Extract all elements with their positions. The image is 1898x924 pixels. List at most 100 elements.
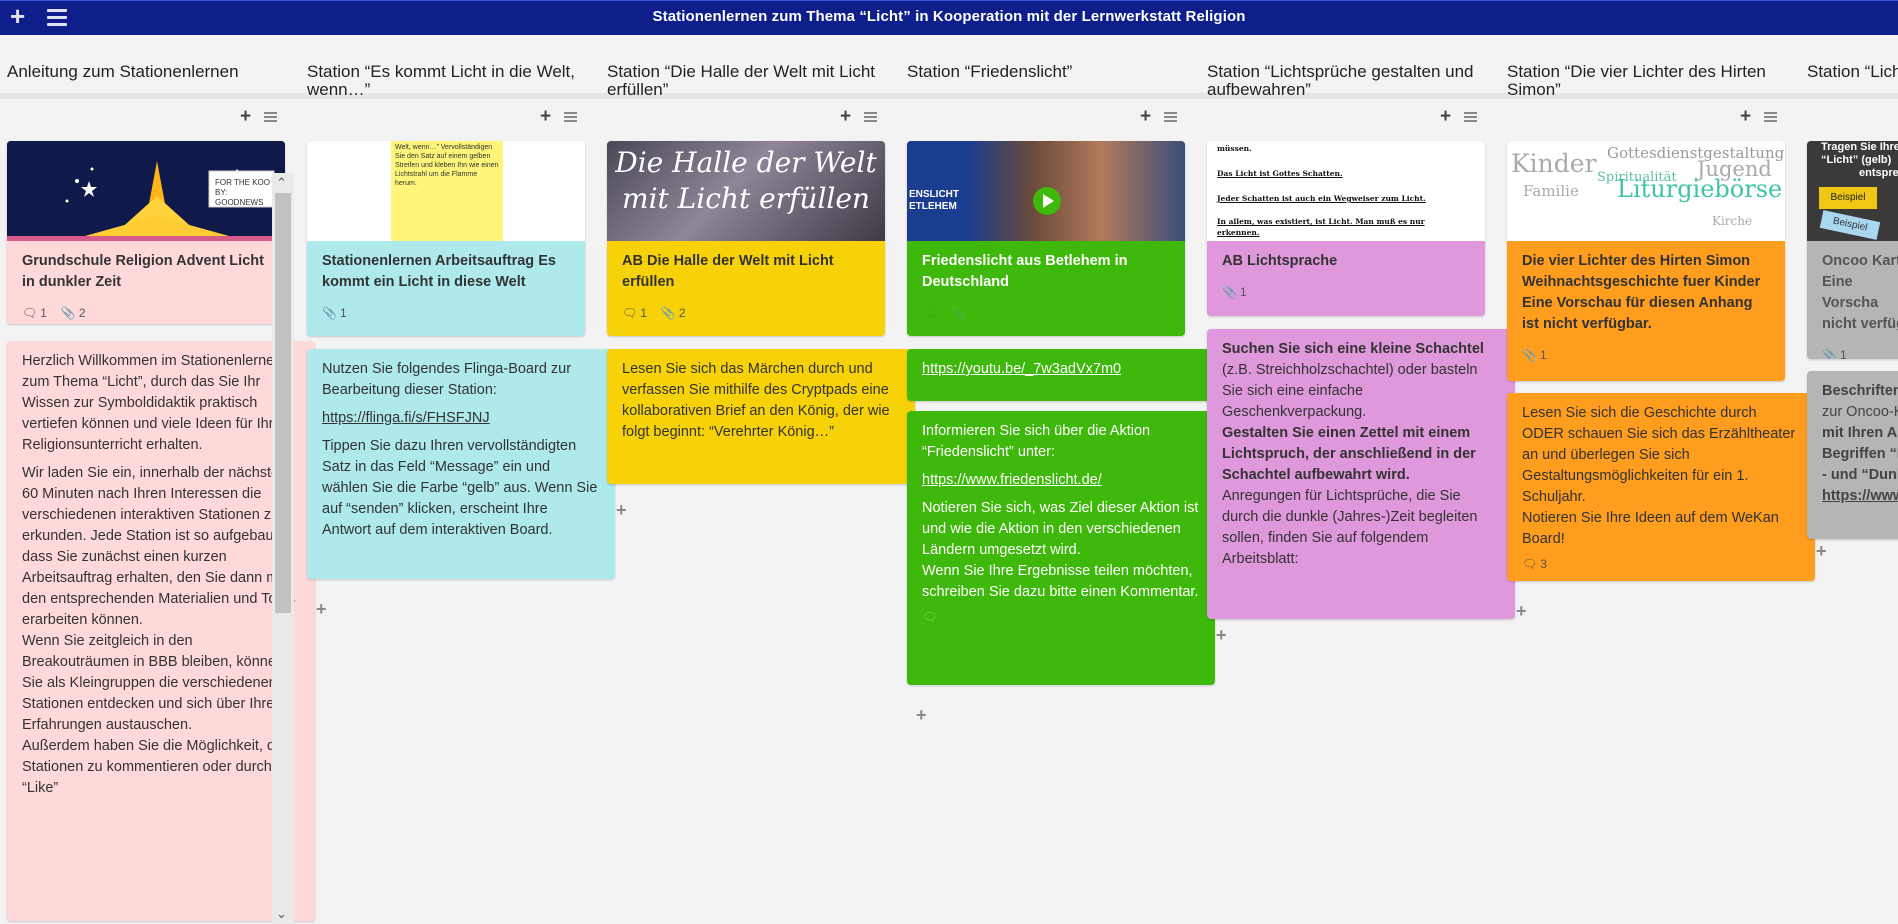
- cover-line-2: mit Licht erfüllen: [622, 182, 870, 215]
- list-menu-icon[interactable]: [1164, 112, 1177, 122]
- comment-icon: 🗨: [922, 306, 938, 320]
- instruction-bold-1: Suchen Sie sich eine kleine Schachtel: [1222, 341, 1484, 357]
- add-card-plus-icon[interactable]: +: [1140, 106, 1151, 128]
- attachment-badge: 📎 2: [61, 303, 86, 324]
- flinga-link[interactable]: https://flinga.fi/s/FHSFJNJ: [322, 410, 490, 426]
- list-title[interactable]: Station “Die vier Lichter des Hirten Sim…: [1507, 63, 1792, 99]
- add-card-plus-icon[interactable]: +: [1816, 541, 1827, 562]
- add-card-plus-icon[interactable]: +: [240, 106, 251, 128]
- scroll-down-arrow-icon[interactable]: ⌄: [276, 906, 287, 922]
- paperclip-icon: 📎: [1522, 348, 1537, 362]
- worksheet-line-1: müssen.: [1217, 144, 1252, 153]
- card-arbeitsauftrag[interactable]: Welt, wenn…” Vervollständigen Sie den Sa…: [307, 141, 585, 336]
- friedenslicht-outro-2: Wenn Sie Ihre Ergebnisse teilen möchten,…: [922, 563, 1199, 600]
- list-vier-lichter: Station “Die vier Lichter des Hirten Sim…: [1500, 35, 1815, 889]
- worksheet-line-3: Jeder Schatten ist auch ein Wegweiser zu…: [1217, 194, 1426, 203]
- instructions-paragraph: Wir laden Sie ein, innerhalb der nächste…: [22, 465, 296, 628]
- friedenslicht-outro-1: Notieren Sie sich, was Ziel dieser Aktio…: [922, 500, 1199, 558]
- instruction-bold-2: Gestalten Sie einen Zettel mit einem Lic…: [1222, 425, 1476, 483]
- card-youtube-link[interactable]: https://youtu.be/_7w3adVx7m0: [907, 349, 1215, 401]
- list-title[interactable]: Anleitung zum Stationenlernen: [7, 63, 292, 81]
- card-friedenslicht-instructions[interactable]: Informieren Sie sich über die Aktion “Fr…: [907, 411, 1215, 685]
- paperclip-icon: 📎: [1822, 348, 1837, 359]
- comment-badge: 🗨 3: [1522, 554, 1547, 575]
- flinga-outro: Tippen Sie dazu Ihren vervollständigten …: [322, 438, 598, 538]
- list-menu-icon[interactable]: [264, 112, 277, 122]
- list-title[interactable]: Station “Friedenslicht”: [907, 63, 1192, 81]
- cover-text: Tragen Sie Ihre “Licht” (gelb) entsprec: [1821, 141, 1898, 180]
- cover-line-3: entsprec: [1859, 167, 1898, 179]
- card-grundschule-advent[interactable]: FOR THE KOO BY: GOODNEWS Grundschule Rel…: [7, 141, 285, 324]
- youtube-link[interactable]: https://youtu.be/_7w3adVx7m0: [922, 361, 1121, 377]
- list-menu-icon[interactable]: [1764, 112, 1777, 122]
- card-badges: 🗨 1 📎 2: [22, 303, 270, 324]
- card-cover-image: Tragen Sie Ihre “Licht” (gelb) entsprec …: [1807, 141, 1898, 241]
- list-scrollbar-thumb[interactable]: [275, 193, 291, 613]
- scroll-up-arrow-icon[interactable]: ⌃: [276, 175, 287, 191]
- list-anleitung: Anleitung zum Stationenlernen + FOR THE …: [0, 35, 315, 924]
- card-oncoo[interactable]: Tragen Sie Ihre “Licht” (gelb) entsprec …: [1807, 141, 1898, 359]
- breakout-paragraph: Wenn Sie zeitgleich in den Breakouträume…: [22, 633, 284, 733]
- list-licht-oncoo: Station “Lich Tragen Sie Ihre “Licht” (g…: [1800, 35, 1898, 889]
- card-oncoo-instructions[interactable]: Beschriften zur Oncoo-K mit Ihren As Beg…: [1807, 371, 1898, 539]
- add-card-plus-icon[interactable]: +: [916, 705, 927, 726]
- comment-icon: 🗨: [922, 610, 938, 624]
- play-icon[interactable]: [1033, 187, 1061, 215]
- list-title[interactable]: Station “Die Halle der Welt mit Licht er…: [607, 63, 892, 99]
- cover-title: Die Halle der Welt mit Licht erfüllen: [607, 145, 885, 217]
- list-title[interactable]: Station “Es kommt Licht in die Welt, wen…: [307, 63, 592, 99]
- oncoo-line-3: mit Ihren As: [1822, 425, 1898, 441]
- comment-count: 3: [1540, 557, 1547, 571]
- paperclip-icon: 📎: [660, 306, 676, 320]
- attachment-count: 1: [1539, 348, 1547, 362]
- card-friedenslicht-video[interactable]: ENSLICHT ETLEHEM Friedenslicht aus Betle…: [907, 141, 1185, 336]
- oncoo-link[interactable]: https://www: [1822, 486, 1898, 507]
- attachment-count: 1: [1839, 348, 1847, 359]
- add-card-plus-icon[interactable]: +: [1440, 106, 1451, 128]
- add-card-plus-icon[interactable]: +: [540, 106, 551, 128]
- card-ab-lichtsprache[interactable]: müssen. Das Licht ist Gottes Schatten. J…: [1207, 141, 1485, 316]
- add-card-plus-icon[interactable]: +: [616, 500, 627, 521]
- card-welcome-text[interactable]: Herzlich Willkommen im Stationenlernen z…: [7, 341, 315, 921]
- attachment-count: 2: [78, 306, 86, 320]
- comment-paragraph: Außerdem haben Sie die Möglichkeit, die …: [22, 738, 293, 796]
- list-menu-icon[interactable]: [1464, 112, 1477, 122]
- list-menu-icon[interactable]: [864, 112, 877, 122]
- card-title: Die vier Lichter des Hirten Simon Weihna…: [1522, 253, 1761, 332]
- cloud-word: Familie: [1523, 182, 1579, 200]
- card-cover-video-thumbnail: ENSLICHT ETLEHEM: [907, 141, 1185, 241]
- cloud-word: Kinder: [1511, 149, 1597, 178]
- card-halle-ab[interactable]: Die Halle der Welt mit Licht erfüllen AB…: [607, 141, 885, 336]
- add-card-plus-icon[interactable]: +: [1216, 625, 1227, 646]
- card-cover-wordcloud: Gottesdienstgestaltung Kinder Jugend Spi…: [1507, 141, 1785, 241]
- add-card-plus-icon[interactable]: +: [1516, 601, 1527, 622]
- list-title[interactable]: Station “Lich: [1807, 63, 1898, 81]
- list-menu-icon[interactable]: [564, 112, 577, 122]
- add-card-plus-icon[interactable]: +: [316, 599, 327, 620]
- welcome-paragraph: Herzlich Willkommen im Stationenlernen z…: [22, 353, 290, 453]
- instruction-normal-2: Anregungen für Lichtsprüche, die Sie dur…: [1222, 488, 1478, 567]
- add-card-plus-icon[interactable]: +: [1740, 106, 1751, 128]
- paperclip-icon: 📎: [60, 306, 76, 320]
- flinga-intro: Nutzen Sie folgendes Flinga-Board zur Be…: [322, 361, 572, 398]
- card-vier-lichter[interactable]: Gottesdienstgestaltung Kinder Jugend Spi…: [1507, 141, 1785, 381]
- worksheet-text: Welt, wenn…” Vervollständigen Sie den Sa…: [395, 144, 499, 187]
- attachment-badge: 📎 1: [1222, 282, 1247, 303]
- paperclip-icon: 📎: [1222, 285, 1237, 299]
- card-title: Grundschule Religion Advent Licht in dun…: [22, 253, 264, 290]
- cover-line-1: Die Halle der Welt: [615, 146, 877, 179]
- list-halle-der-welt: Station “Die Halle der Welt mit Licht er…: [600, 35, 915, 889]
- card-flinga-instructions[interactable]: Nutzen Sie folgendes Flinga-Board zur Be…: [307, 349, 615, 579]
- attachment-badge: 📎 1: [322, 303, 347, 324]
- add-card-plus-icon[interactable]: +: [840, 106, 851, 128]
- list-lichtsprueche: Station “Lichtsprüche gestalten und aufb…: [1200, 35, 1515, 889]
- list-title[interactable]: Station “Lichtsprüche gestalten und aufb…: [1207, 63, 1492, 99]
- card-lichtspruch-instructions[interactable]: Suchen Sie sich eine kleine Schachtel (z…: [1207, 329, 1515, 619]
- list-friedenslicht: Station “Friedenslicht” + ENSLICHT ETLEH…: [900, 35, 1215, 889]
- beispiel-yellow-card: Beispiel: [1819, 187, 1877, 209]
- cloud-word: Kirche: [1712, 214, 1753, 228]
- friedenslicht-link[interactable]: https://www.friedenslicht.de/: [922, 472, 1102, 488]
- cover-line-2: “Licht” (gelb): [1821, 154, 1892, 166]
- card-maerchen-text[interactable]: Lesen Sie sich das Märchen durch und ver…: [607, 349, 915, 484]
- card-simon-instructions[interactable]: Lesen Sie sich die Geschichte durch ODER…: [1507, 393, 1815, 581]
